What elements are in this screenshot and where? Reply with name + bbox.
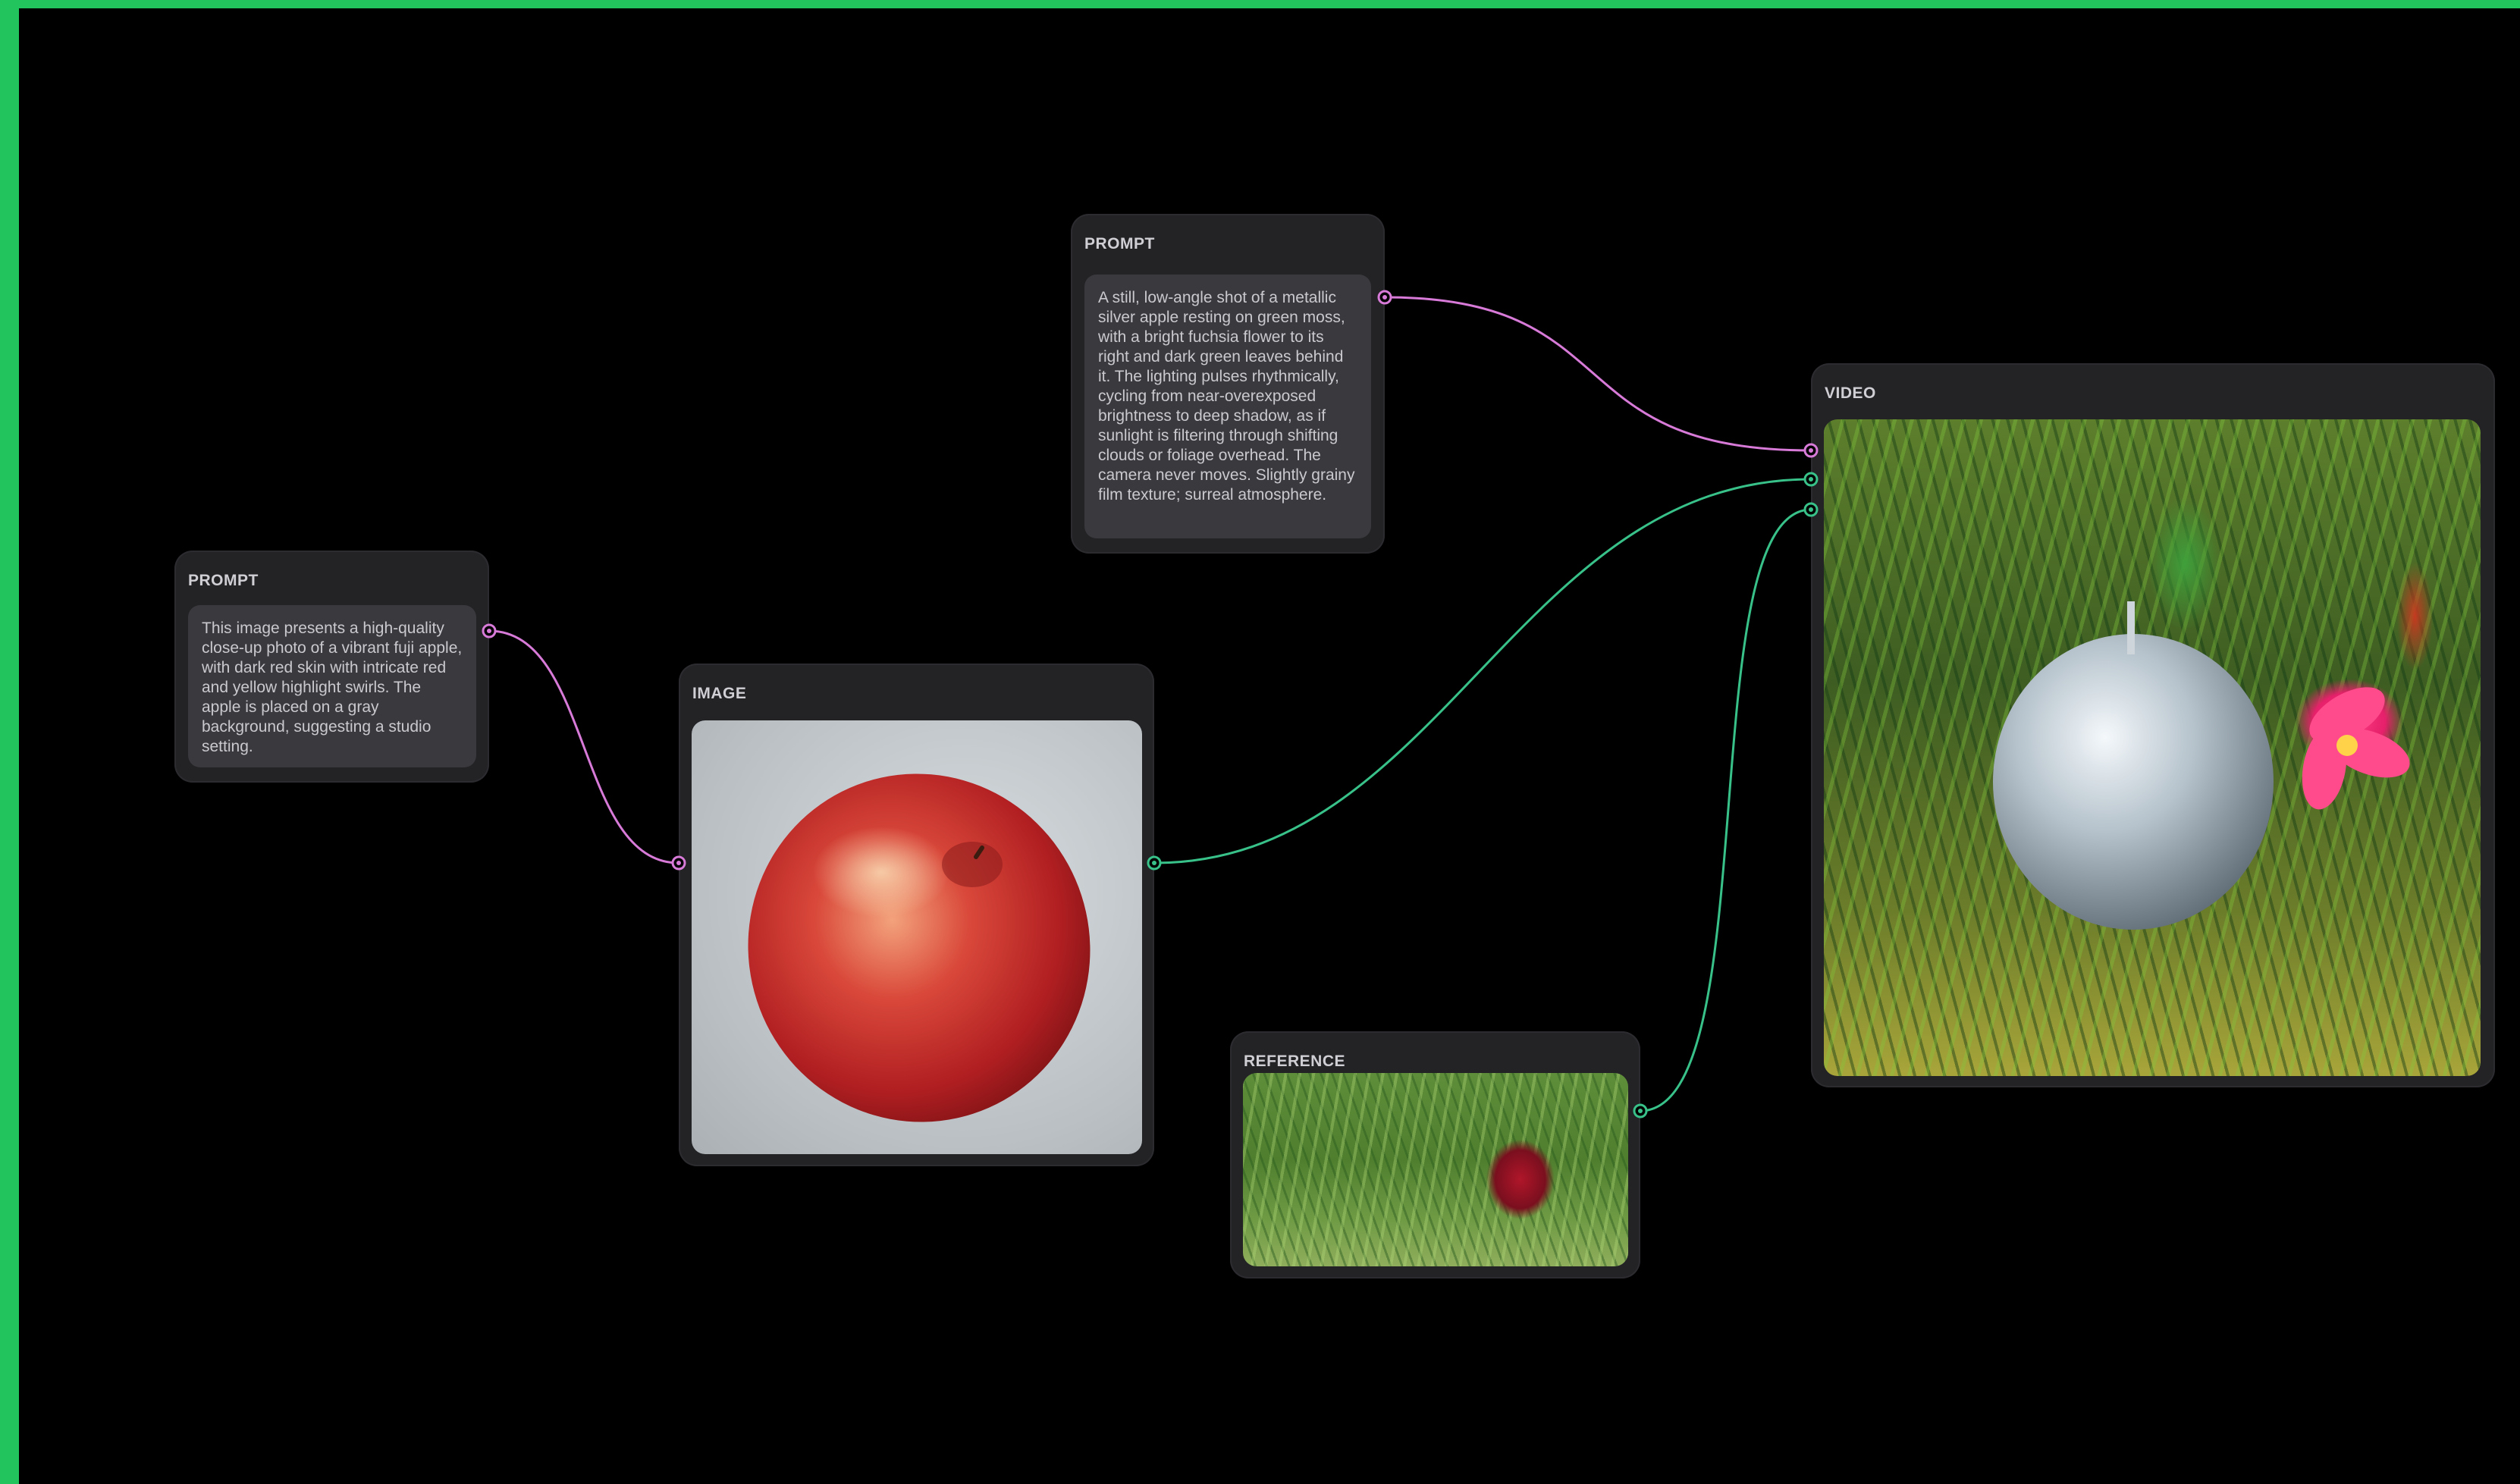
image-output-port[interactable] [1147, 855, 1162, 871]
video-reference-input-port[interactable] [1803, 502, 1819, 517]
reference-output-port[interactable] [1633, 1103, 1648, 1118]
prompt1-output-port[interactable] [482, 623, 497, 638]
video-prompt-input-port[interactable] [1803, 443, 1819, 458]
image-input-port[interactable] [671, 855, 686, 871]
video-image-input-port[interactable] [1803, 472, 1819, 487]
prompt2-output-port[interactable] [1377, 290, 1392, 305]
node-ports [482, 290, 1819, 1118]
